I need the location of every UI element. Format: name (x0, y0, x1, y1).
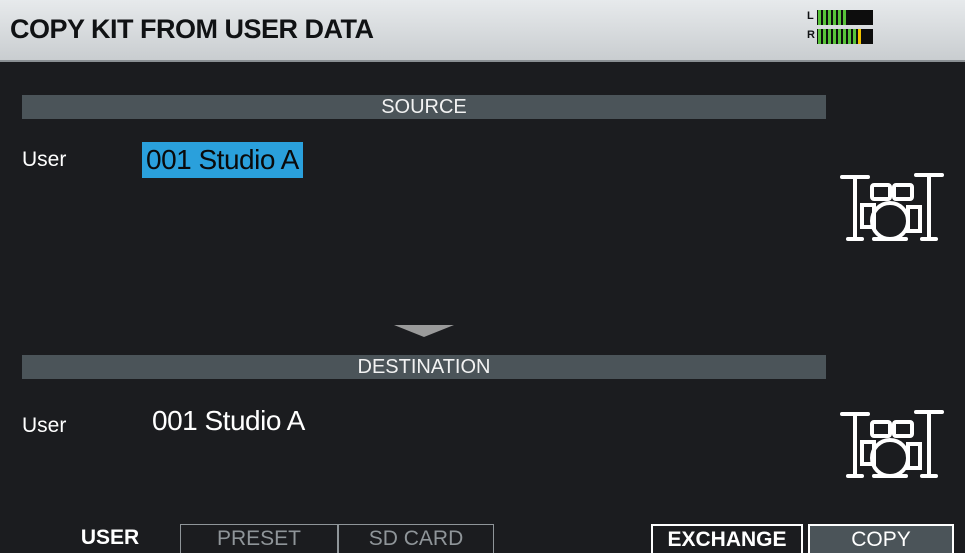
tab-sd-card[interactable]: SD CARD (338, 524, 494, 553)
source-section-bar: SOURCE (22, 95, 826, 119)
meter-segment (868, 29, 871, 44)
meter-segment (858, 29, 861, 44)
meter-segment (843, 10, 846, 25)
meter-segment (863, 29, 866, 44)
meter-right-bar (817, 29, 873, 44)
tab-user[interactable]: USER (50, 524, 170, 553)
meter-segment (818, 29, 821, 44)
source-kit-selector[interactable]: 001 Studio A (142, 142, 303, 178)
meter-left-label: L (807, 10, 814, 22)
meter-segment (863, 10, 866, 25)
meter-left-bar (817, 10, 873, 25)
meter-segment (848, 10, 851, 25)
meter-segment (823, 10, 826, 25)
meter-segment (838, 29, 841, 44)
title-bar: COPY KIT FROM USER DATA L R (0, 0, 965, 62)
tab-preset[interactable]: PRESET (180, 524, 338, 553)
meter-segment (848, 29, 851, 44)
source-bank-label: User (22, 148, 67, 171)
page-title: COPY KIT FROM USER DATA (10, 14, 374, 44)
meter-segment (853, 10, 856, 25)
destination-section-bar: DESTINATION (22, 355, 826, 379)
meter-segment (858, 10, 861, 25)
meter-segment (838, 10, 841, 25)
meter-segment (828, 29, 831, 44)
meter-segment (833, 10, 836, 25)
drum-kit-icon (840, 173, 944, 241)
destination-kit-selector[interactable]: 001 Studio A (152, 405, 305, 437)
meter-segment (843, 29, 846, 44)
exchange-button[interactable]: EXCHANGE (651, 524, 803, 553)
meter-segment (868, 10, 871, 25)
meter-segment (828, 10, 831, 25)
copy-direction-arrow-icon (394, 325, 454, 337)
destination-bank-label: User (22, 414, 67, 437)
level-meter: L R (807, 10, 877, 50)
meter-right-label: R (807, 29, 815, 41)
meter-segment (823, 29, 826, 44)
meter-segment (833, 29, 836, 44)
meter-segment (853, 29, 856, 44)
meter-segment (818, 10, 821, 25)
copy-button[interactable]: COPY (808, 524, 954, 553)
drum-kit-icon (840, 410, 944, 478)
